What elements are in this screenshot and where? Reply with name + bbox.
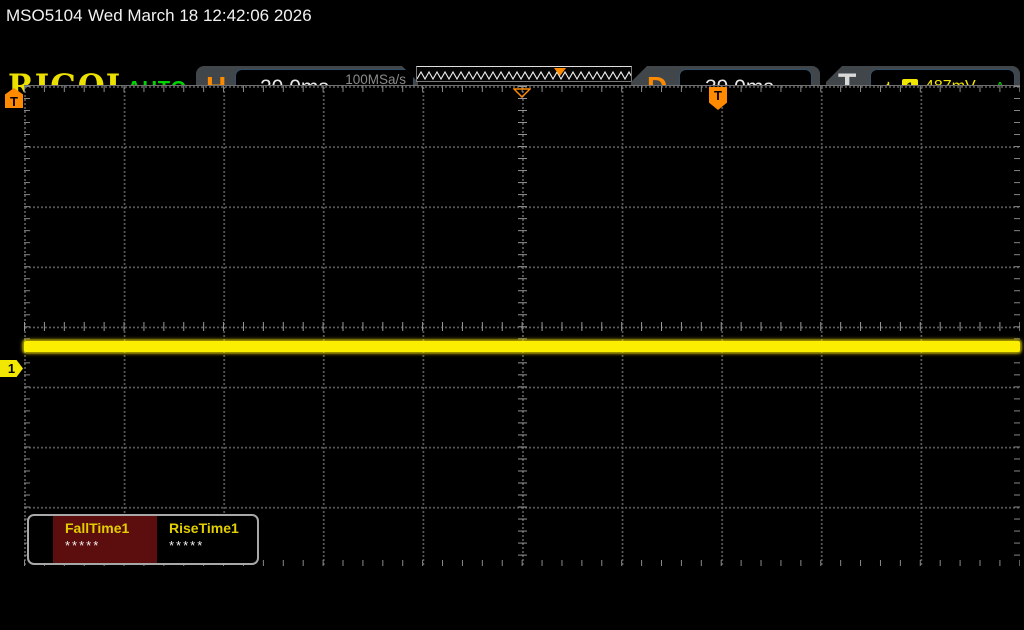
waveform-memory-bar[interactable] — [416, 66, 632, 82]
waveform-display-grid — [24, 85, 1020, 566]
status-bar: MSO5104 Wed March 18 12:42:06 2026 — [0, 0, 1024, 30]
delay-reference-marker-icon — [512, 85, 532, 103]
header-bar: RIGOL AUTO H 20.0ms 100MSa/s 20Mpts Meas… — [0, 30, 1024, 113]
system-datetime: Wed March 18 12:42:06 2026 — [88, 6, 312, 25]
memory-trigger-position-icon — [554, 68, 566, 76]
model-name: MSO5104 — [6, 6, 83, 25]
measurement-value: ***** — [169, 538, 205, 553]
oscilloscope-screen: MSO5104 Wed March 18 12:42:06 2026 RIGOL… — [0, 0, 1024, 630]
measurement-value: ***** — [65, 538, 101, 553]
measurement-item-risetime[interactable]: RiseTime1 ***** — [157, 516, 256, 563]
channel-status-bar: 1 100mV -72.0mV 2 — [0, 570, 1024, 630]
measurement-results-panel[interactable]: FallTime1 ***** RiseTime1 ***** — [27, 514, 259, 565]
measurement-label: FallTime1 — [65, 520, 130, 536]
channel1-ground-marker[interactable]: 1 — [0, 360, 23, 377]
channel1-trace — [24, 341, 1020, 352]
measurement-item-falltime[interactable]: FallTime1 ***** — [53, 516, 157, 563]
measurement-label: RiseTime1 — [169, 520, 239, 536]
memory-waveform-icon — [417, 70, 631, 81]
